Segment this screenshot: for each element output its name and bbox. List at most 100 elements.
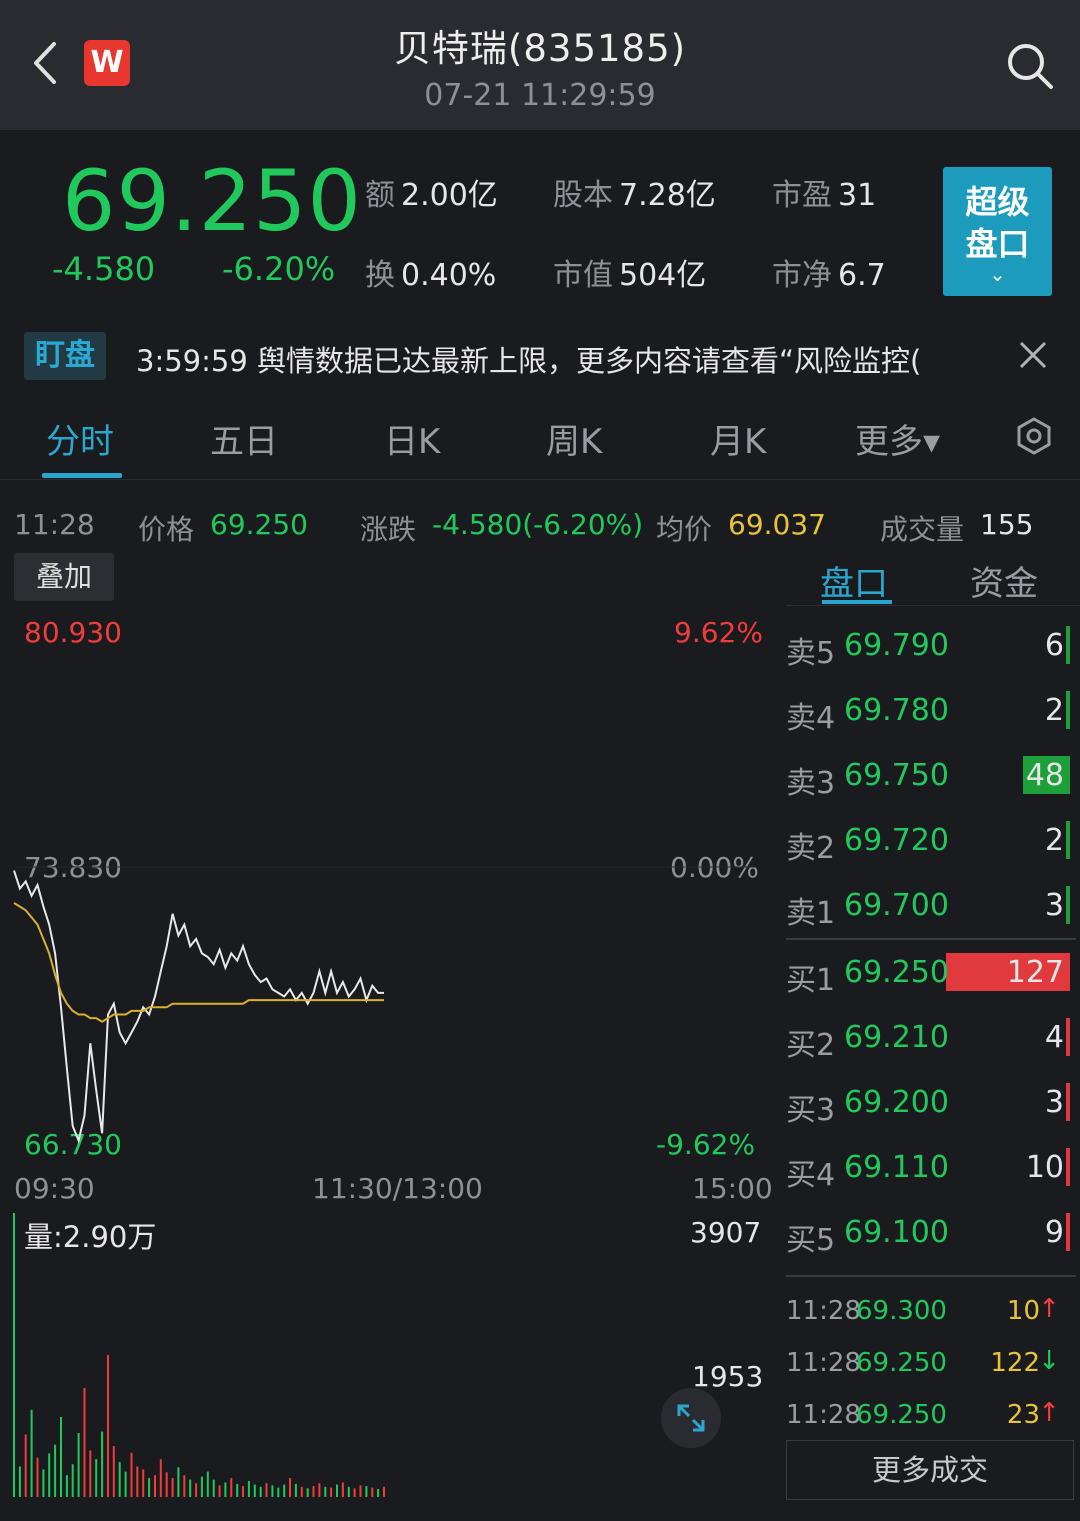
volume-bar: [206, 1471, 209, 1497]
volume-bar: [1066, 691, 1070, 729]
volume-bar: [371, 1487, 374, 1497]
tick-volume: 122: [990, 1348, 1040, 1378]
tab-intraday[interactable]: 分时: [46, 414, 114, 463]
ask-row[interactable]: 卖3 69.750 48: [786, 748, 1070, 802]
right-tab-indicator: [822, 600, 892, 604]
orderbook-price: 69.210: [844, 1020, 949, 1055]
average-price-line: [13, 902, 384, 1023]
orderbook-side: 卖1: [786, 896, 836, 931]
close-icon[interactable]: [1018, 340, 1048, 370]
bid-row[interactable]: 买2 69.210 4: [786, 1010, 1070, 1064]
info-price-value: 69.250: [210, 508, 308, 541]
intraday-price-chart[interactable]: [0, 605, 770, 1205]
volume-bar: [107, 1355, 109, 1497]
stat-market-cap: 市值 504亿: [553, 258, 707, 293]
arrow-up-icon: ↑: [1038, 1398, 1060, 1428]
info-avg-value: 69.037: [728, 508, 826, 541]
volume-bar: [83, 1388, 86, 1497]
volume-bar: [13, 1213, 15, 1497]
overlay-button[interactable]: 叠加: [14, 553, 114, 601]
volume-bar: [171, 1478, 174, 1497]
more-trades-button[interactable]: 更多成交: [786, 1440, 1074, 1500]
volume-bar: [177, 1467, 180, 1497]
tab-capital[interactable]: 资金: [970, 556, 1038, 605]
quote-timestamp: 07-21 11:29:59: [424, 78, 656, 113]
volume-bar: [148, 1478, 151, 1497]
chevron-down-icon: ⌄: [989, 262, 1006, 286]
bid-row[interactable]: 买1 69.250 127: [786, 945, 1070, 999]
expand-button[interactable]: [661, 1388, 721, 1448]
volume-bar: [300, 1486, 303, 1497]
orderbook-price: 69.250: [844, 955, 949, 990]
orderbook-side: 卖4: [786, 701, 836, 736]
tab-orderbook[interactable]: 盘口: [820, 556, 888, 605]
orderbook-price: 69.790: [844, 628, 949, 663]
super-orderbook-button[interactable]: 超级 盘口 ⌄: [943, 167, 1052, 296]
volume-bar: [1066, 1148, 1070, 1186]
right-tab-divider: [786, 605, 1080, 606]
orderbook-volume: 6: [1044, 628, 1064, 663]
volume-bar: [95, 1459, 98, 1497]
bid-row[interactable]: 买4 69.110 10: [786, 1140, 1070, 1194]
ask-row[interactable]: 卖1 69.700 3: [786, 878, 1070, 932]
info-avg-label: 均价: [656, 513, 713, 546]
tab-weekly-k[interactable]: 周K: [546, 414, 602, 463]
volume-bar: [377, 1489, 380, 1497]
tick-row: 11:28 69.300 10 ↑: [786, 1290, 1070, 1330]
tab-daily-k[interactable]: 日K: [384, 414, 440, 463]
info-volume-label: 成交量: [880, 513, 965, 546]
volume-bar: [253, 1484, 256, 1497]
tab-more[interactable]: 更多▾: [855, 414, 940, 463]
tab-active-indicator: [42, 473, 122, 478]
bid-row[interactable]: 买3 69.200 3: [786, 1075, 1070, 1129]
volume-bar: [89, 1450, 92, 1497]
volume-bar: [189, 1479, 192, 1497]
volume-bar: [71, 1464, 74, 1497]
stat-share-capital: 股本 7.28亿: [553, 178, 716, 213]
volume-bar: [312, 1486, 315, 1497]
tick-row: 11:28 69.250 122 ↓: [786, 1342, 1070, 1382]
orderbook-price: 69.110: [844, 1150, 949, 1185]
volume-bar: [294, 1483, 297, 1497]
volume-bar: [165, 1472, 168, 1497]
volume-bar: [124, 1471, 127, 1497]
volume-bar: [65, 1475, 68, 1497]
settings-hexagon-icon[interactable]: [1014, 416, 1054, 456]
volume-bar: [24, 1434, 27, 1497]
volume-bar: [347, 1486, 350, 1497]
orderbook-side: 买4: [786, 1158, 836, 1193]
bid-row[interactable]: 买5 69.100 9: [786, 1205, 1070, 1259]
volume-bar: [236, 1483, 239, 1497]
volume-bar: [48, 1453, 51, 1497]
arrow-down-icon: ↓: [1038, 1346, 1060, 1376]
volume-bar: [18, 1466, 21, 1497]
volume-bar: [1066, 1018, 1070, 1056]
ask-row[interactable]: 卖2 69.720 2: [786, 813, 1070, 867]
volume-bar: [101, 1431, 104, 1497]
orderbook-side: 卖3: [786, 766, 836, 801]
volume-bar: [60, 1417, 62, 1497]
info-time: 11:28: [14, 508, 95, 541]
volume-bar: [283, 1484, 286, 1497]
volume-bar: [118, 1462, 121, 1497]
stat-turnover: 换 0.40%: [365, 258, 497, 293]
orderbook-volume: 10: [1025, 1150, 1064, 1185]
tab-five-day[interactable]: 五日: [210, 414, 278, 463]
tab-monthly-k[interactable]: 月K: [710, 414, 766, 463]
volume-bar: [341, 1482, 344, 1497]
ask-row[interactable]: 卖4 69.780 2: [786, 683, 1070, 737]
volume-bar: [1066, 1213, 1070, 1251]
stock-title: 贝特瑞(835185): [393, 27, 687, 70]
volume-bar: [183, 1475, 186, 1497]
search-icon[interactable]: [1004, 40, 1056, 92]
stat-pb: 市净 6.7: [772, 258, 886, 293]
volume-bar: [1066, 821, 1070, 859]
ask-row[interactable]: 卖5 69.790 6: [786, 618, 1070, 672]
tick-volume: 23: [1006, 1400, 1040, 1430]
ticks-divider: [786, 1275, 1076, 1277]
volume-bar: [242, 1486, 244, 1497]
alert-message[interactable]: 3:59:59 舆情数据已达最新上限，更多内容请查看“风险监控(: [136, 338, 976, 380]
volume-bar: [30, 1409, 33, 1497]
volume-bar: [306, 1488, 309, 1497]
volume-bar: [212, 1479, 215, 1497]
